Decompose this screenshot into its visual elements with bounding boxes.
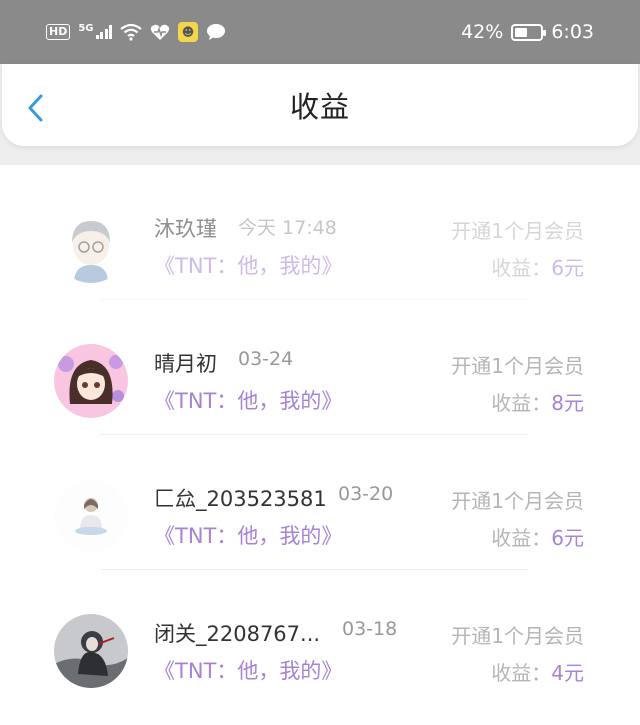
book-title[interactable]: 《TNT：他，我的》 — [154, 250, 342, 280]
chat-icon — [207, 24, 226, 40]
page-title: 收益 — [289, 90, 350, 124]
avatar[interactable] — [54, 209, 128, 283]
battery-percent: 42% — [461, 21, 504, 43]
earning-amount: 6元 — [551, 526, 584, 550]
clock: 6:03 — [551, 21, 594, 43]
earning: 收益：4元 — [491, 657, 584, 686]
header: 收益 — [2, 64, 638, 146]
earning: 收益：8元 — [491, 387, 584, 416]
date: 03-20 — [338, 483, 394, 505]
wechat-icon: ☻ — [178, 22, 199, 42]
book-title[interactable]: 《TNT：他，我的》 — [154, 655, 342, 685]
date: 今天 17:48 — [238, 217, 337, 239]
earning: 收益：6元 — [491, 522, 584, 551]
signal-icon: 5G — [78, 23, 113, 39]
list-item[interactable]: 晴月初 03-24 《TNT：他，我的》 开通1个月会员 收益：8元 — [0, 300, 640, 435]
status-right: 42% 6:03 — [461, 21, 594, 43]
user-name: 沐玖瑾 — [154, 217, 217, 241]
earning-label: 收益： — [491, 526, 552, 550]
earning-amount: 8元 — [551, 391, 584, 415]
earning-amount: 4元 — [551, 661, 584, 685]
user-name: 闭关_2208767... — [154, 622, 321, 646]
description: 开通1个月会员 — [451, 219, 584, 243]
hd-icon: HD — [46, 24, 71, 40]
date: 03-24 — [238, 348, 294, 370]
wifi-icon — [120, 23, 142, 41]
heart-icon — [150, 24, 170, 40]
earning: 收益：6元 — [491, 252, 584, 281]
earning-label: 收益： — [491, 256, 552, 280]
list-item[interactable]: 闭关_2208767... 03-18 《TNT：他，我的》 开通1个月会员 收… — [0, 570, 640, 705]
user-name: 匚厽_203523581 — [154, 487, 327, 511]
battery-icon — [511, 23, 547, 41]
book-title[interactable]: 《TNT：他，我的》 — [154, 520, 342, 550]
description: 开通1个月会员 — [451, 624, 584, 648]
status-left: HD 5G ☻ — [46, 22, 226, 42]
status-bar: HD 5G ☻ 42% 6:03 — [0, 0, 640, 64]
user-name: 晴月初 — [154, 352, 217, 376]
list-item[interactable]: 匚厽_203523581 03-20 《TNT：他，我的》 开通1个月会员 收益… — [0, 435, 640, 570]
list-item[interactable]: 沐玖瑾 今天 17:48 《TNT：他，我的》 开通1个月会员 收益：6元 — [0, 165, 640, 300]
chevron-left-icon[interactable] — [26, 94, 46, 122]
earning-label: 收益： — [491, 391, 552, 415]
date: 03-18 — [342, 618, 398, 640]
avatar[interactable] — [54, 614, 128, 688]
description: 开通1个月会员 — [451, 489, 584, 513]
earnings-list: 沐玖瑾 今天 17:48 《TNT：他，我的》 开通1个月会员 收益：6元 晴月… — [0, 165, 640, 705]
avatar[interactable] — [54, 479, 128, 553]
book-title[interactable]: 《TNT：他，我的》 — [154, 385, 342, 415]
description: 开通1个月会员 — [451, 354, 584, 378]
avatar[interactable] — [54, 344, 128, 418]
earning-label: 收益： — [491, 661, 552, 685]
earning-amount: 6元 — [551, 256, 584, 280]
